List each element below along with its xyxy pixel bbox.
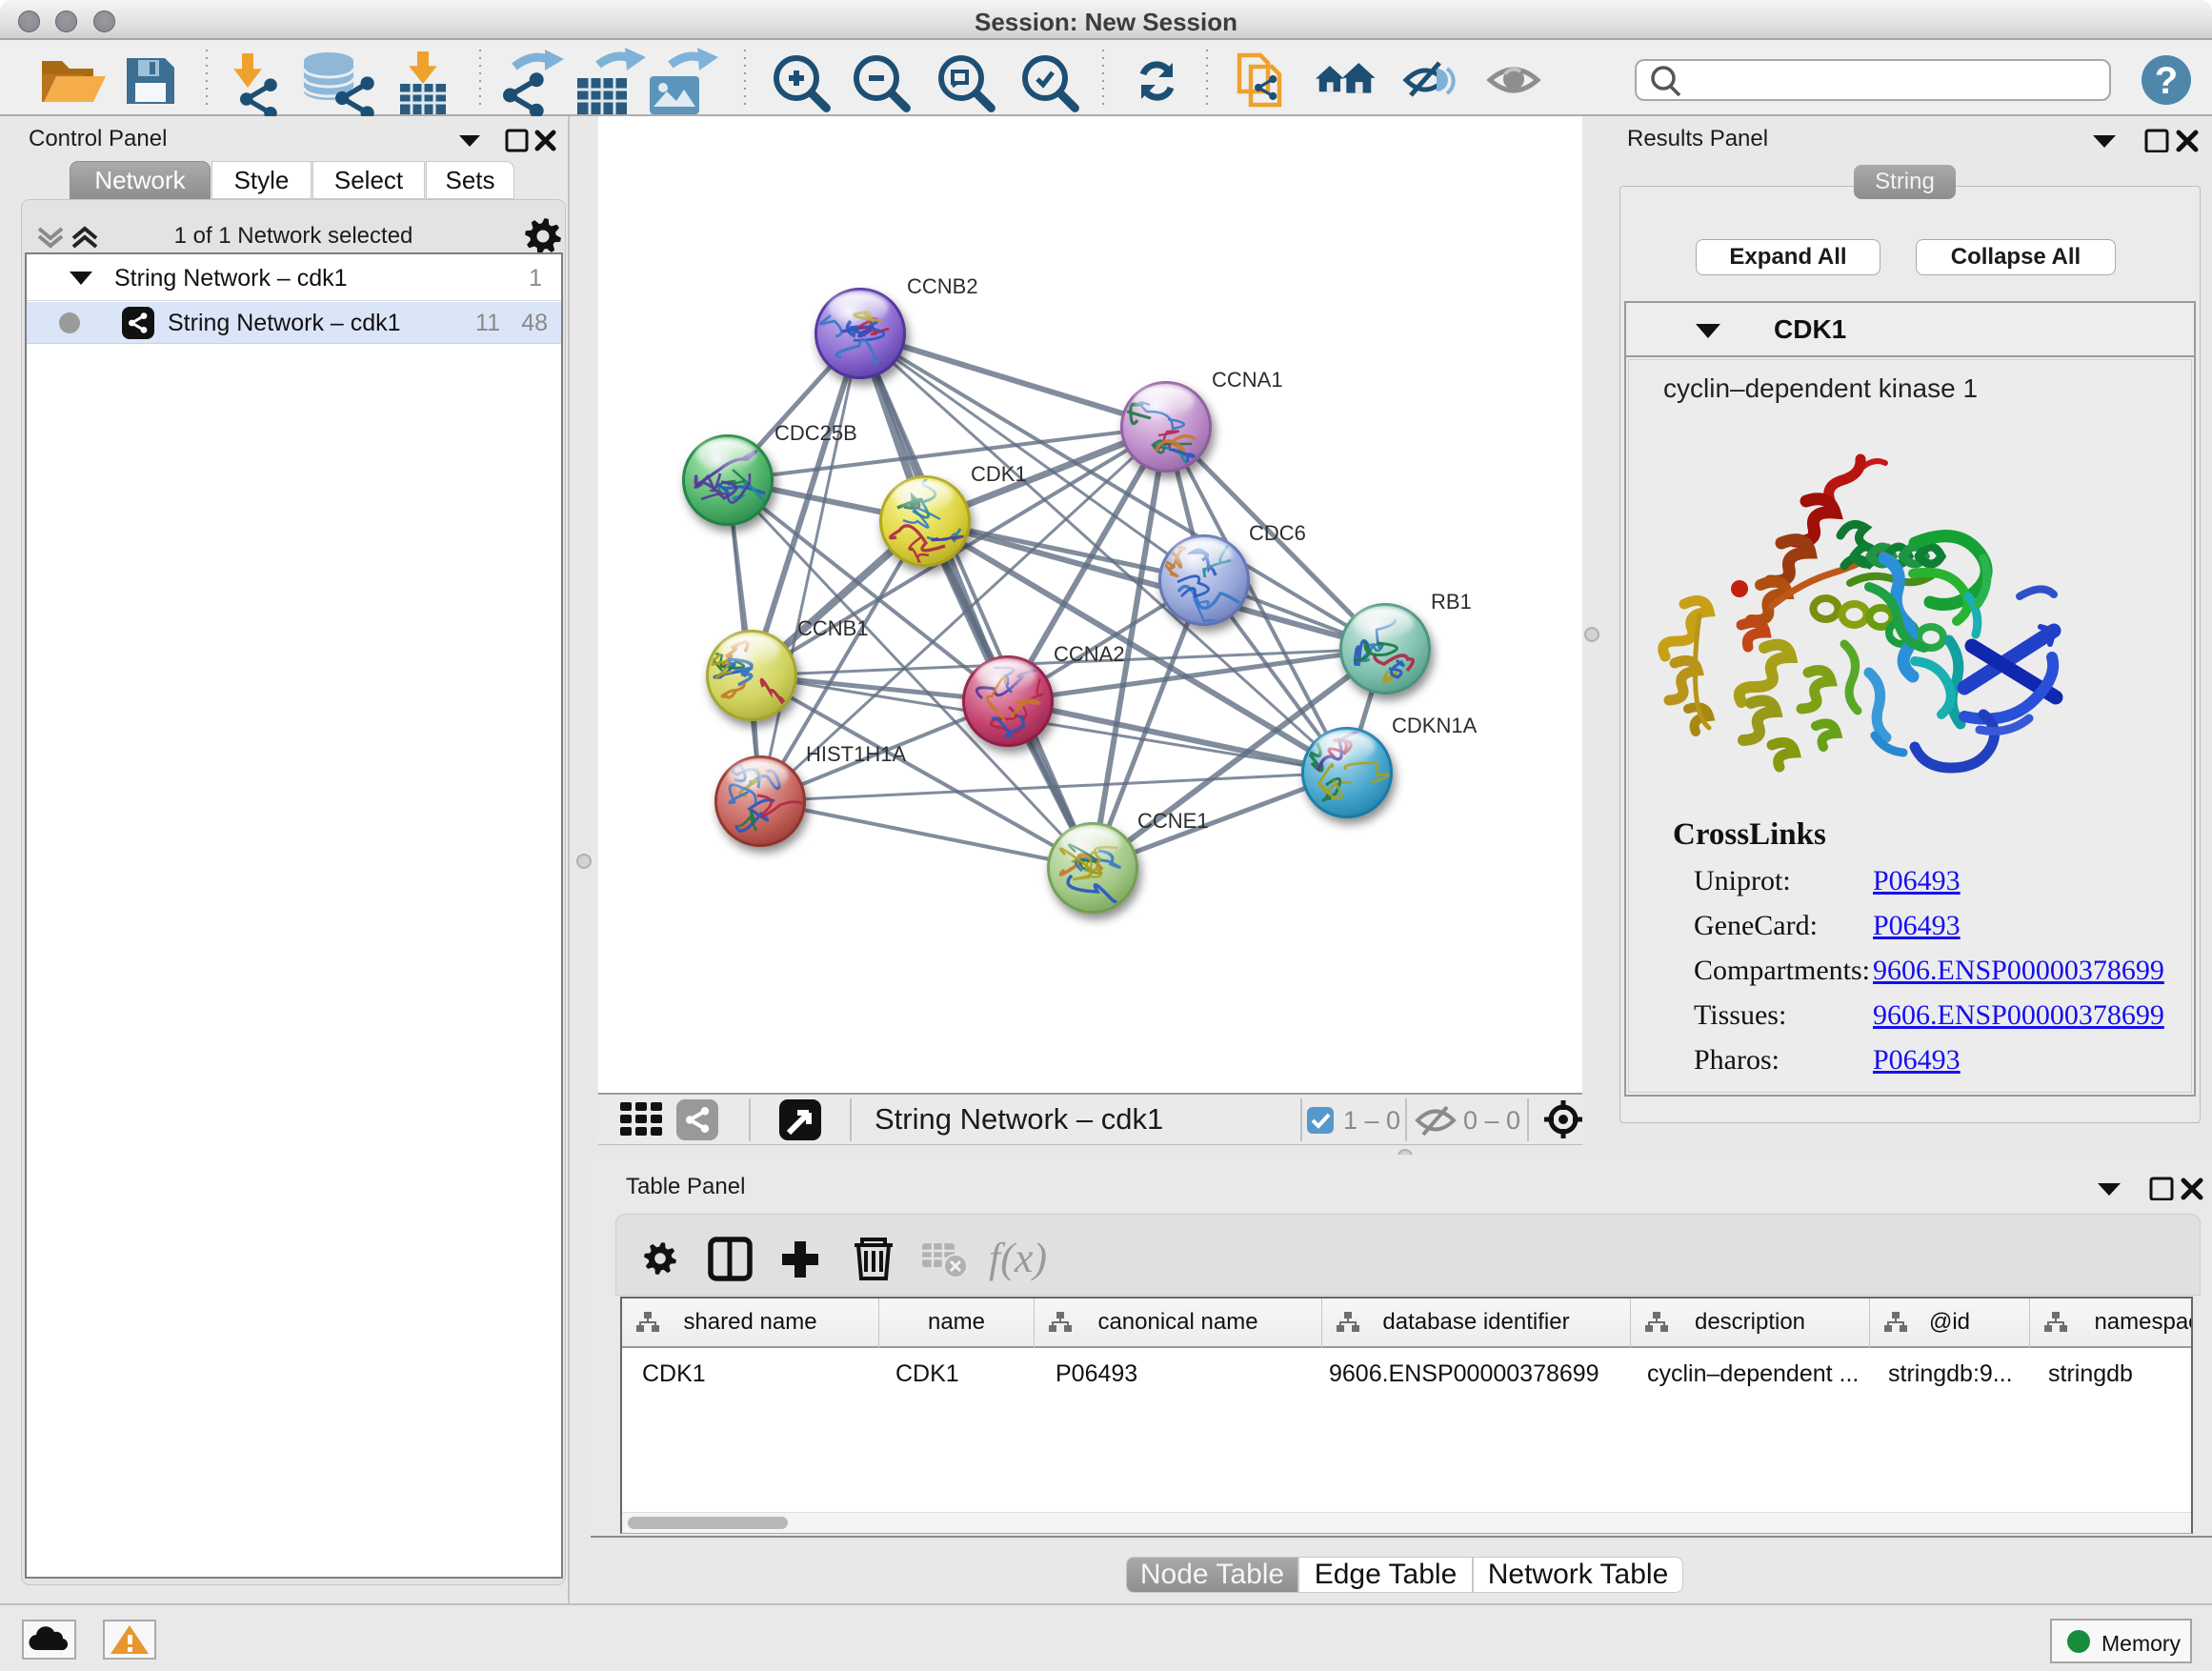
- svg-text:CDK1: CDK1: [971, 462, 1027, 486]
- svg-text:CCNA2: CCNA2: [1054, 642, 1125, 666]
- svg-text:CCNB2: CCNB2: [907, 274, 978, 298]
- svg-text:CDC6: CDC6: [1249, 521, 1306, 545]
- svg-text:CDKN1A: CDKN1A: [1392, 714, 1478, 737]
- svg-text:CCNE1: CCNE1: [1137, 809, 1209, 833]
- svg-text:?: ?: [2155, 60, 2178, 102]
- svg-text:CDC25B: CDC25B: [774, 421, 857, 445]
- svg-text:HIST1H1A: HIST1H1A: [806, 742, 906, 766]
- svg-text:CCNA1: CCNA1: [1212, 368, 1283, 392]
- svg-text:CCNB1: CCNB1: [797, 616, 869, 640]
- svg-text:f(x): f(x): [989, 1235, 1047, 1281]
- svg-text:String Network – cdk1: String Network – cdk1: [875, 1102, 1163, 1136]
- svg-text:1 – 0: 1 – 0: [1343, 1106, 1400, 1135]
- svg-text:RB1: RB1: [1431, 590, 1472, 614]
- svg-text:0 – 0: 0 – 0: [1463, 1106, 1520, 1135]
